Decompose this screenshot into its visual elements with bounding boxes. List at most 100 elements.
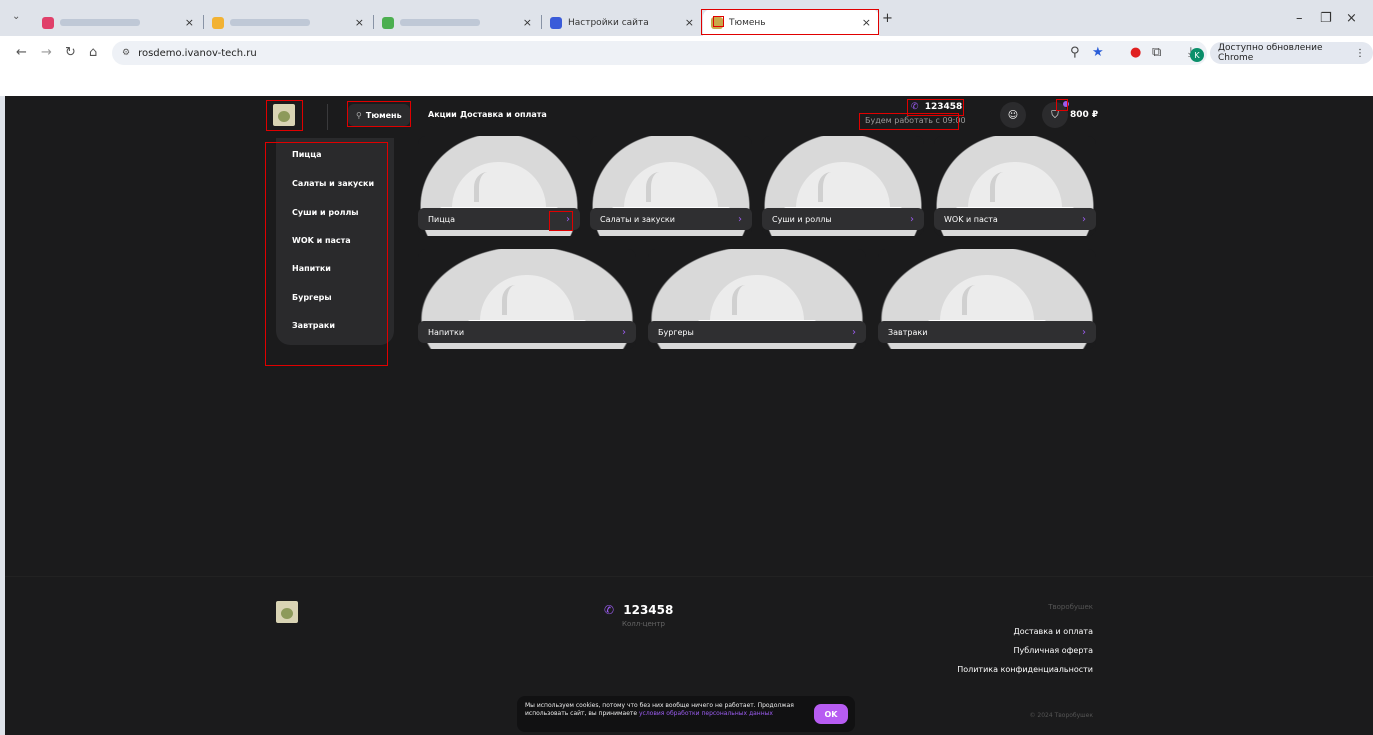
card-title: Завтраки (888, 327, 928, 337)
card-title: Суши и роллы (772, 214, 832, 224)
header-divider (327, 104, 328, 130)
update-button-label: Доступно обновление Chrome (1218, 43, 1323, 63)
tab-favicon (212, 16, 224, 29)
side-menu-item[interactable]: Напитки (292, 264, 331, 273)
nav-link-promos[interactable]: Акции (428, 110, 457, 119)
close-tab-icon[interactable]: × (523, 16, 532, 29)
extension-adblock-icon[interactable]: ● (1130, 45, 1141, 60)
back-icon[interactable]: ← (16, 45, 27, 60)
category-card[interactable]: Салаты и закуски › (590, 136, 752, 236)
card-title: Напитки (428, 327, 465, 337)
window-close-icon[interactable]: × (1346, 11, 1357, 26)
cookie-banner: Мы используем cookies, потому что без ни… (517, 696, 855, 732)
browser-tab-3[interactable]: × (374, 9, 540, 36)
address-bar[interactable]: ⚙ rosdemo.ivanov-tech.ru (112, 41, 1207, 65)
tab-favicon (550, 16, 562, 29)
card-label: Салаты и закуски › (590, 208, 752, 230)
browser-tab-2[interactable]: × (204, 9, 372, 36)
extensions-icon[interactable]: ⧉ (1152, 45, 1161, 60)
footer-link-offer[interactable]: Публичная оферта (1013, 646, 1093, 655)
cookie-policy-link[interactable]: условия обработки персональных данных (639, 710, 773, 717)
chevron-right-icon[interactable]: › (566, 214, 570, 225)
home-icon[interactable]: ⌂ (89, 45, 97, 60)
page-top-strip (0, 70, 1373, 96)
close-tab-icon[interactable]: × (355, 16, 364, 29)
side-menu-item[interactable]: Завтраки (292, 321, 335, 330)
profile-button[interactable]: ☺ (1000, 102, 1026, 128)
cart-total[interactable]: 800 ₽ (1070, 110, 1098, 120)
side-menu-item[interactable]: WOK и паста (292, 236, 351, 245)
category-card[interactable]: Суши и роллы › (762, 136, 924, 236)
site-logo[interactable] (273, 104, 295, 126)
nav-link-delivery[interactable]: Доставка и оплата (460, 110, 547, 119)
category-card[interactable]: Напитки › (418, 249, 636, 349)
minimize-icon[interactable]: – (1296, 11, 1303, 26)
browser-tab-active[interactable]: Тюмень × (703, 9, 879, 36)
city-selector-button[interactable]: ⚲ Тюмень (348, 104, 410, 126)
url-text: rosdemo.ivanov-tech.ru (138, 47, 257, 59)
chevron-right-icon[interactable]: › (910, 214, 914, 225)
cookie-text-block: Мы используем cookies, потому что без ни… (525, 702, 797, 717)
card-label: Суши и роллы › (762, 208, 924, 230)
category-card[interactable]: Пицца › (418, 136, 580, 236)
location-pin-icon: ⚲ (356, 110, 362, 120)
card-title: WOK и паста (944, 214, 998, 224)
site-page: ⚲ Тюмень Акции Доставка и оплата ✆ 12345… (5, 96, 1373, 735)
footer-phone-caption: Колл-центр (622, 620, 665, 628)
tab-title: Тюмень (729, 17, 766, 28)
card-label: Бургеры › (648, 321, 866, 343)
chevron-right-icon[interactable]: › (1082, 327, 1086, 338)
close-tab-icon[interactable]: × (185, 16, 194, 29)
close-tab-icon[interactable]: × (685, 16, 694, 29)
browser-toolbar: ← → ↻ ⌂ ⚙ rosdemo.ivanov-tech.ru ⚲ ★ ● ⧉… (0, 36, 1373, 70)
card-label: Напитки › (418, 321, 636, 343)
tab-favicon (42, 16, 54, 29)
footer-copyright: © 2024 Творобушек (1029, 712, 1094, 719)
footer-link-delivery[interactable]: Доставка и оплата (1013, 627, 1093, 636)
tab-title-blurred (230, 19, 310, 26)
browser-tab-1[interactable]: × (34, 9, 202, 36)
chevron-right-icon[interactable]: › (1082, 214, 1086, 225)
tab-title-blurred (400, 19, 480, 26)
close-tab-icon[interactable]: × (862, 16, 871, 29)
user-icon: ☺ (1007, 109, 1019, 121)
forward-icon[interactable]: → (41, 45, 52, 60)
chevron-right-icon[interactable]: › (852, 327, 856, 338)
basket-icon: ⛉ (1051, 109, 1059, 121)
card-title: Пицца (428, 214, 456, 224)
footer-link-privacy[interactable]: Политика конфиденциальности (957, 665, 1093, 674)
footer-brand: Творобушек (1048, 603, 1093, 611)
header-phone[interactable]: ✆ 123458 (911, 102, 962, 112)
browser-tab-settings[interactable]: Настройки сайта × (542, 9, 702, 36)
card-title: Бургеры (658, 327, 694, 337)
card-title: Салаты и закуски (600, 214, 675, 224)
profile-avatar[interactable]: K (1190, 48, 1204, 62)
chevron-right-icon[interactable]: › (738, 214, 742, 225)
bookmark-star-icon[interactable]: ★ (1092, 45, 1104, 60)
side-menu-item[interactable]: Пицца (292, 150, 322, 159)
category-card[interactable]: WOK и паста › (934, 136, 1096, 236)
new-tab-button[interactable]: + (882, 11, 893, 26)
cart-badge (1063, 101, 1069, 107)
footer-phone[interactable]: ✆ 123458 (604, 603, 673, 617)
category-card[interactable]: Бургеры › (648, 249, 866, 349)
footer-logo[interactable] (276, 601, 298, 623)
phone-icon: ✆ (911, 102, 919, 112)
reload-icon[interactable]: ↻ (65, 45, 76, 60)
chevron-right-icon[interactable]: › (622, 327, 626, 338)
side-menu-item[interactable]: Бургеры (292, 293, 332, 302)
browser-tab-strip: ⌄ × × × Настройки сайта × Тюмень × + – ❐… (0, 0, 1373, 36)
tab-favicon (382, 16, 394, 29)
card-label: Завтраки › (878, 321, 1096, 343)
restore-icon[interactable]: ❐ (1320, 11, 1332, 26)
chrome-update-button[interactable]: Доступно обновление Chrome ⋮ (1210, 42, 1373, 64)
card-label: Пицца › (418, 208, 580, 230)
cookie-ok-button[interactable]: OK (814, 704, 848, 724)
category-card[interactable]: Завтраки › (878, 249, 1096, 349)
site-info-icon[interactable]: ⚙ (122, 48, 130, 58)
side-menu-item[interactable]: Суши и роллы (292, 208, 359, 217)
menu-kebab-icon: ⋮ (1355, 47, 1365, 59)
tab-search-icon[interactable]: ⌄ (12, 11, 20, 22)
zoom-icon[interactable]: ⚲ (1070, 45, 1080, 60)
side-menu-item[interactable]: Салаты и закуски (292, 179, 374, 188)
